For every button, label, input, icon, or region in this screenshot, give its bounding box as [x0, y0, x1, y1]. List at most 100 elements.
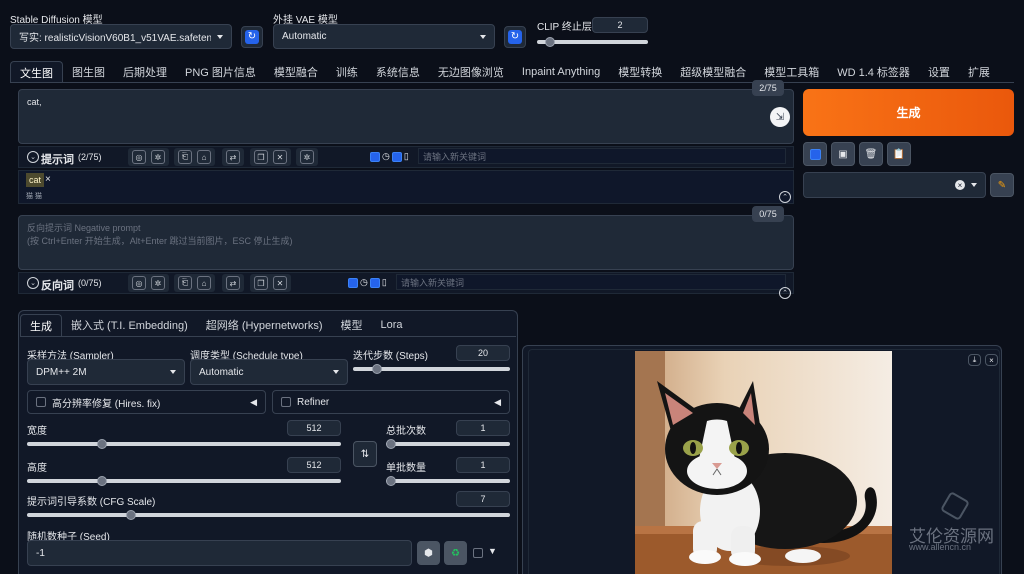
main-tab-0[interactable]: 文生图 — [10, 61, 63, 83]
main-tab-13[interactable]: 设置 — [919, 61, 959, 83]
slider-knob[interactable] — [545, 37, 555, 47]
import-icon[interactable]: ⎗ — [178, 276, 192, 290]
sub-tab-4[interactable]: Lora — [372, 314, 412, 336]
hires-fix-accordion[interactable]: 高分辨率修复 (Hires. fix) ◀ — [27, 390, 266, 414]
generated-cat-image[interactable] — [635, 351, 892, 574]
settings-icon[interactable]: ✲ — [300, 150, 314, 164]
sub-tab-3[interactable]: 模型 — [332, 314, 372, 336]
collapse-up-icon[interactable]: ⌃ — [779, 191, 791, 203]
slider-knob[interactable] — [386, 476, 396, 486]
download-icon[interactable]: ⤓ — [968, 354, 981, 366]
main-tab-9[interactable]: 模型转换 — [609, 61, 671, 83]
bookmark-icon[interactable]: ⌂ — [197, 276, 211, 290]
main-tab-3[interactable]: PNG 图片信息 — [176, 61, 265, 83]
main-tab-7[interactable]: 无边图像浏览 — [429, 61, 513, 83]
height-input[interactable]: 512 — [287, 457, 341, 473]
batch-size-input[interactable]: 1 — [456, 457, 510, 473]
translate-icon[interactable]: ⇄ — [226, 276, 240, 290]
collapse-up-icon[interactable]: ⌃ — [779, 287, 791, 299]
paste-icon[interactable]: ⇲ — [770, 107, 790, 127]
cfg-slider[interactable] — [27, 510, 510, 520]
reuse-seed-button[interactable]: ♻ — [444, 541, 467, 565]
checkbox-checked[interactable] — [391, 151, 402, 162]
refiner-accordion[interactable]: Refiner ◀ — [272, 390, 510, 414]
checkbox-checked[interactable] — [370, 151, 380, 162]
copy-icon[interactable]: ❐ — [254, 150, 268, 164]
close-icon[interactable]: × — [985, 354, 998, 366]
negative-prompt-textarea[interactable]: 反向提示词 Negative prompt (按 Ctrl+Enter 开始生成… — [18, 215, 794, 270]
prompt-tag[interactable]: cat — [26, 173, 45, 187]
extra-seed-checkbox[interactable] — [473, 548, 483, 558]
clear-prompt-button[interactable]: ▣ — [831, 142, 855, 166]
main-tab-4[interactable]: 模型融合 — [265, 61, 327, 83]
sub-tab-2[interactable]: 超网络 (Hypernetworks) — [197, 314, 332, 336]
styles-dropdown[interactable]: × — [803, 172, 986, 198]
sampler-dropdown[interactable]: DPM++ 2M — [27, 359, 185, 385]
trash-icon[interactable]: ✕ — [273, 276, 287, 290]
trash-icon[interactable]: ✕ — [273, 150, 287, 164]
collapse-chevron-icon[interactable]: ⌄ — [27, 277, 39, 289]
slider-knob[interactable] — [97, 476, 107, 486]
width-slider[interactable] — [27, 439, 341, 449]
seed-input[interactable]: -1 — [27, 540, 412, 566]
main-tab-14[interactable]: 扩展 — [959, 61, 999, 83]
gear-icon[interactable]: ✲ — [151, 150, 165, 164]
clipboard-button[interactable]: 📋 — [887, 142, 911, 166]
vae-dropdown[interactable]: Automatic — [273, 24, 495, 49]
clip-number-input[interactable]: 2 — [592, 17, 648, 33]
vae-refresh-button[interactable]: ↻ — [504, 26, 526, 48]
random-seed-button[interactable]: ⬢ — [417, 541, 440, 565]
gear-icon[interactable]: ✲ — [151, 276, 165, 290]
bookmark-icon[interactable]: ⌂ — [197, 150, 211, 164]
main-tab-6[interactable]: 系统信息 — [367, 61, 429, 83]
main-tab-5[interactable]: 训练 — [327, 61, 367, 83]
main-tab-12[interactable]: WD 1.4 标签器 — [828, 61, 919, 83]
schedule-dropdown[interactable]: Automatic — [190, 359, 348, 385]
negative-placeholder-line2: (按 Ctrl+Enter 开始生成，Alt+Enter 跳过当前图片，ESC … — [27, 236, 293, 246]
prompt-textarea[interactable]: cat, — [18, 89, 794, 144]
sub-tab-1[interactable]: 嵌入式 (T.I. Embedding) — [62, 314, 197, 336]
refiner-checkbox[interactable] — [281, 397, 291, 407]
checkbox-checked[interactable] — [348, 277, 358, 288]
main-tab-1[interactable]: 图生图 — [63, 61, 114, 83]
main-tab-10[interactable]: 超级模型融合 — [671, 61, 755, 83]
slider-knob[interactable] — [372, 364, 382, 374]
clear-icon[interactable]: × — [955, 180, 965, 190]
remove-tag-icon[interactable]: × — [45, 174, 51, 185]
triangle-down-icon[interactable]: ▼ — [488, 546, 497, 556]
main-tab-8[interactable]: Inpaint Anything — [513, 61, 609, 83]
batch-size-slider[interactable] — [386, 476, 510, 486]
steps-slider[interactable] — [353, 364, 510, 374]
negative-keyword-input[interactable]: 请输入新关键词 — [396, 274, 786, 290]
checkbox-checked[interactable] — [369, 277, 380, 288]
swap-dimensions-button[interactable]: ⇅ — [353, 441, 377, 467]
slider-knob[interactable] — [97, 439, 107, 449]
sd-model-refresh-button[interactable]: ↻ — [241, 26, 263, 48]
height-slider[interactable] — [27, 476, 341, 486]
edit-styles-button[interactable]: ✎ — [990, 173, 1014, 197]
steps-input[interactable]: 20 — [456, 345, 510, 361]
generate-button[interactable]: 生成 — [803, 89, 1014, 136]
batch-count-slider[interactable] — [386, 439, 510, 449]
dice-icon: ⬢ — [424, 547, 433, 559]
import-icon[interactable]: ⎗ — [178, 150, 192, 164]
read-params-button[interactable] — [803, 142, 827, 166]
width-input[interactable]: 512 — [287, 420, 341, 436]
cfg-input[interactable]: 7 — [456, 491, 510, 507]
collapse-chevron-icon[interactable]: ⌄ — [27, 151, 39, 163]
sd-model-dropdown[interactable]: 写实: realisticVisionV60B1_v51VAE.safetens… — [10, 24, 232, 49]
main-tab-2[interactable]: 后期处理 — [114, 61, 176, 83]
prompt-keyword-input[interactable]: 请输入新关键词 — [418, 148, 786, 164]
tab-divider — [10, 82, 1014, 83]
sub-tab-0[interactable]: 生成 — [20, 314, 62, 336]
batch-count-input[interactable]: 1 — [456, 420, 510, 436]
translate-icon[interactable]: ⇄ — [226, 150, 240, 164]
globe-icon[interactable]: ◎ — [132, 150, 146, 164]
slider-knob[interactable] — [126, 510, 136, 520]
trash-button[interactable]: 🗑 — [859, 142, 883, 166]
clip-slider[interactable] — [537, 37, 648, 47]
hires-checkbox[interactable] — [36, 397, 46, 407]
globe-icon[interactable]: ◎ — [132, 276, 146, 290]
copy-icon[interactable]: ❐ — [254, 276, 268, 290]
slider-knob[interactable] — [386, 439, 396, 449]
